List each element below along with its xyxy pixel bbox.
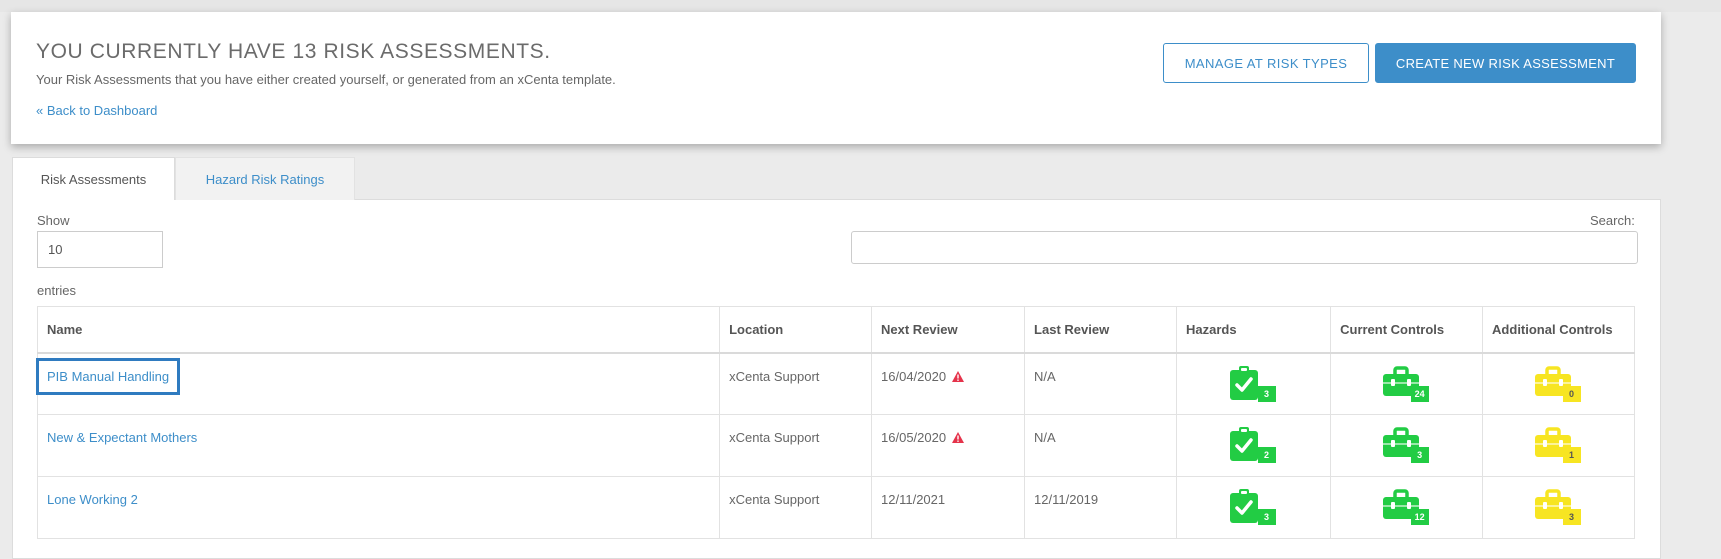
tab-risk-assessments[interactable]: Risk Assessments <box>12 157 175 200</box>
column-header-additional-controls[interactable]: Additional Controls <box>1482 306 1635 354</box>
warning-triangle-icon <box>952 370 965 385</box>
next-review-date: 16/04/2020 <box>881 368 947 384</box>
column-header-current-controls[interactable]: Current Controls <box>1330 306 1484 354</box>
search-input[interactable] <box>851 231 1638 264</box>
current-controls-badge[interactable]: 12 <box>1382 489 1431 527</box>
page-subtitle: Your Risk Assessments that you have eith… <box>36 72 616 87</box>
location-cell: xCenta Support <box>719 352 873 415</box>
next-review-cell: 16/04/2020 <box>871 352 1026 415</box>
current-controls-cell: 3 <box>1330 414 1484 477</box>
additional-controls-count: 0 <box>1562 385 1581 402</box>
additional-controls-cell: 3 <box>1482 476 1635 539</box>
column-header-last-review[interactable]: Last Review <box>1024 306 1177 354</box>
next-review-cell: 16/05/2020 <box>871 414 1026 477</box>
manage-at-risk-types-button[interactable]: MANAGE AT RISK TYPES <box>1163 43 1369 83</box>
column-header-hazards[interactable]: Hazards <box>1175 306 1332 354</box>
table-row[interactable]: Lone Working 2 xCenta Support 12/11/2021 12… <box>36 476 1635 539</box>
current-controls-count: 24 <box>1410 385 1429 402</box>
table-header-row: Name Location Next Review Last Review Ha… <box>36 306 1635 354</box>
hazards-count: 3 <box>1257 385 1276 402</box>
hazards-count: 2 <box>1257 447 1276 463</box>
location-cell: xCenta Support <box>719 414 873 477</box>
additional-controls-cell: 0 <box>1482 352 1635 415</box>
name-cell: Lone Working 2 <box>36 476 721 539</box>
column-header-next-review[interactable]: Next Review <box>871 306 1026 354</box>
column-header-location[interactable]: Location <box>719 306 873 354</box>
risk-assessments-table: Name Location Next Review Last Review Ha… <box>35 306 1635 539</box>
risk-assessment-link[interactable]: Lone Working 2 <box>47 492 138 507</box>
page-title: YOU CURRENTLY HAVE 13 RISK ASSESSMENTS. <box>36 40 551 63</box>
page-length-value: 10 <box>48 242 63 257</box>
table-row[interactable]: PIB Manual Handling xCenta Support 16/04/2… <box>35 352 1635 415</box>
last-review-cell: N/A <box>1024 414 1177 477</box>
next-review-date: 16/05/2020 <box>881 430 947 445</box>
risk-assessment-link[interactable]: PIB Manual Handling <box>35 357 181 395</box>
current-controls-badge[interactable]: 3 <box>1382 427 1431 465</box>
additional-controls-badge[interactable]: 3 <box>1534 489 1583 527</box>
create-new-risk-assessment-button[interactable]: CREATE NEW RISK ASSESSMENT <box>1375 43 1636 83</box>
back-to-dashboard-link[interactable]: « Back to Dashboard <box>36 103 157 118</box>
last-review-cell: N/A <box>1024 352 1177 415</box>
entries-label: entries <box>37 283 77 298</box>
additional-controls-badge[interactable]: 1 <box>1534 427 1583 465</box>
additional-controls-badge[interactable]: 0 <box>1534 365 1583 404</box>
name-cell: PIB Manual Handling <box>35 352 721 415</box>
current-controls-cell: 24 <box>1330 352 1484 415</box>
page-length-select[interactable]: 10 <box>37 231 163 268</box>
current-controls-badge[interactable]: 24 <box>1382 365 1431 404</box>
warning-triangle-icon <box>952 431 965 446</box>
tab-hazard-risk-ratings[interactable]: Hazard Risk Ratings <box>175 157 355 200</box>
hazards-cell: 2 <box>1175 414 1332 477</box>
hazards-badge[interactable]: 3 <box>1229 365 1278 404</box>
next-review-cell: 12/11/2021 <box>871 476 1026 539</box>
current-controls-count: 3 <box>1410 447 1429 463</box>
current-controls-count: 12 <box>1410 509 1429 525</box>
additional-controls-count: 3 <box>1562 509 1581 525</box>
name-cell: New & Expectant Mothers <box>36 414 721 477</box>
next-review-date: 12/11/2021 <box>881 492 946 507</box>
additional-controls-cell: 1 <box>1482 414 1635 477</box>
additional-controls-count: 1 <box>1562 447 1581 463</box>
table-row[interactable]: New & Expectant Mothers xCenta Support 16/… <box>36 414 1635 477</box>
last-review-cell: 12/11/2019 <box>1024 476 1177 539</box>
column-header-name[interactable]: Name <box>36 306 721 354</box>
search-label: Search: <box>1590 213 1635 228</box>
top-strip <box>0 0 1721 12</box>
location-cell: xCenta Support <box>719 476 873 539</box>
risk-assessment-link[interactable]: New & Expectant Mothers <box>47 430 197 445</box>
header-card: YOU CURRENTLY HAVE 13 RISK ASSESSMENTS. … <box>11 12 1661 144</box>
hazards-cell: 3 <box>1175 476 1332 539</box>
hazards-badge[interactable]: 2 <box>1229 427 1278 465</box>
current-controls-cell: 12 <box>1330 476 1484 539</box>
show-label: Show <box>37 213 70 228</box>
hazards-count: 3 <box>1257 509 1276 525</box>
hazards-cell: 3 <box>1175 352 1332 415</box>
hazards-badge[interactable]: 3 <box>1229 489 1278 527</box>
